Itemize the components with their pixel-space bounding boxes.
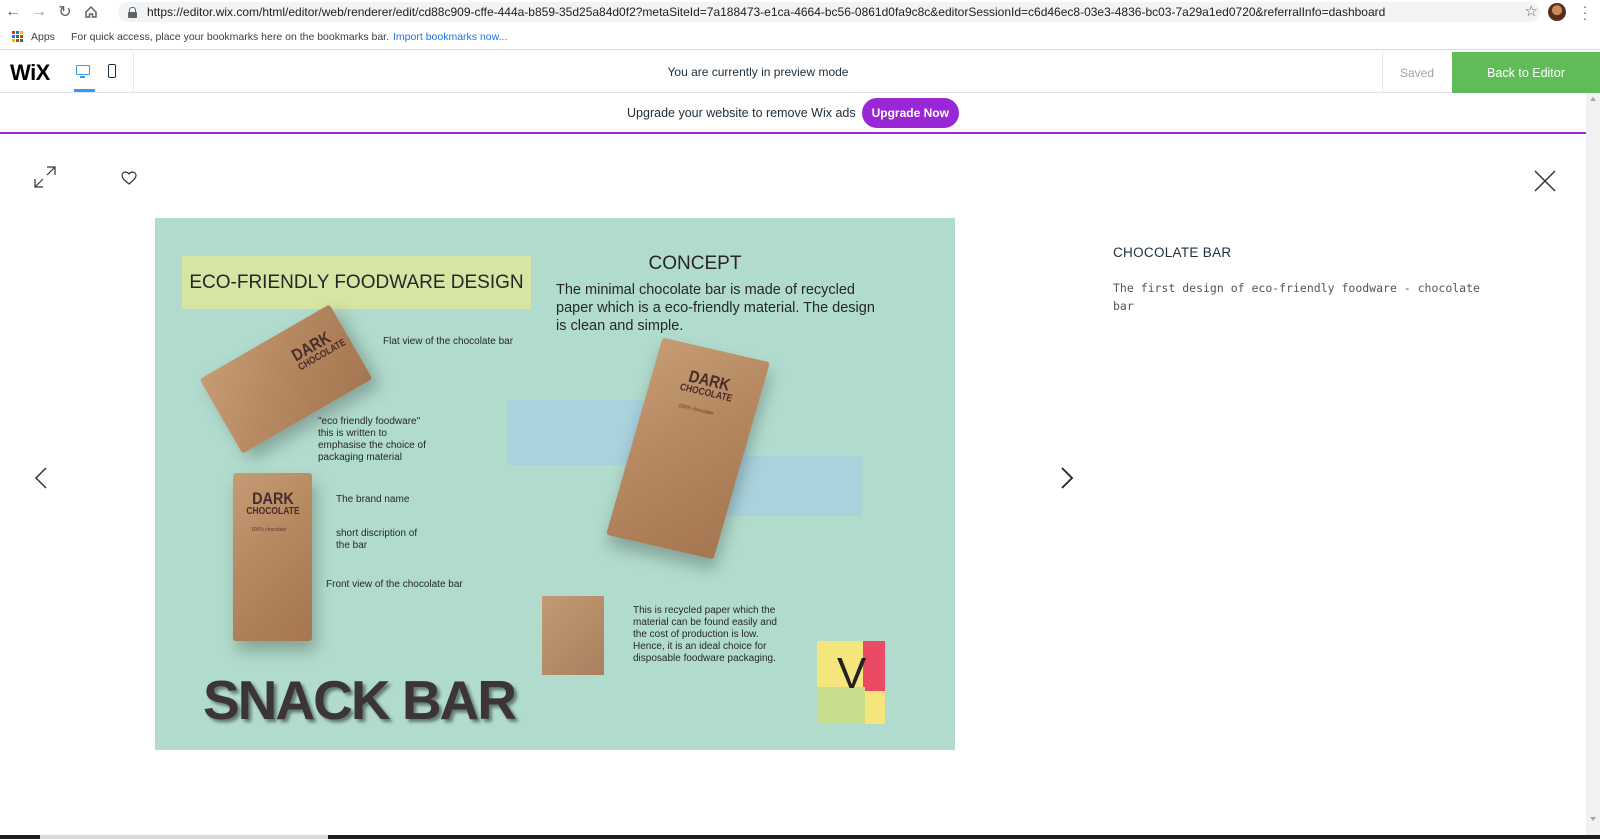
logo-letter: V bbox=[837, 649, 867, 698]
menu-kebab-icon[interactable]: · · · bbox=[1578, 0, 1592, 25]
back-icon[interactable]: ← bbox=[0, 0, 26, 24]
divider bbox=[1382, 52, 1383, 92]
logo-square bbox=[865, 691, 885, 724]
poster-concept-title: CONCEPT bbox=[648, 253, 742, 274]
preview-mode-message: You are currently in preview mode bbox=[667, 65, 849, 79]
label-eco: "eco friendly foodware" this is written … bbox=[318, 416, 426, 463]
poster-headline: ECO-FRIENDLY FOODWARE DESIGN bbox=[182, 256, 531, 309]
url-text: https://editor.wix.com/html/editor/web/r… bbox=[147, 5, 1386, 19]
reload-icon[interactable]: ↻ bbox=[52, 0, 78, 24]
scrollbar[interactable] bbox=[1586, 93, 1600, 839]
poster-snack-title: SNACK BAR bbox=[203, 669, 517, 731]
pack-brand: DARK CHOCOLATE bbox=[288, 328, 348, 373]
apps-label[interactable]: Apps bbox=[31, 31, 55, 43]
bookmarks-bar: Apps For quick access, place your bookma… bbox=[0, 24, 1600, 50]
expand-icon[interactable] bbox=[33, 165, 57, 189]
pack-brand: DARK CHOCOLATE bbox=[243, 490, 303, 517]
upgrade-banner: Upgrade your website to remove Wix ads U… bbox=[0, 93, 1586, 134]
lock-icon bbox=[128, 6, 137, 18]
chocolate-bar-front: DARK CHOCOLATE 100% chocolate bbox=[233, 473, 312, 641]
pack-brand-line2: CHOCOLATE bbox=[246, 506, 300, 517]
label-brand: The brand name bbox=[336, 494, 410, 505]
scroll-up-icon[interactable] bbox=[1590, 97, 1596, 101]
bookmarks-hint: For quick access, place your bookmarks h… bbox=[70, 30, 390, 43]
forward-icon[interactable]: → bbox=[26, 0, 52, 24]
upgrade-message: Upgrade your website to remove Wix ads bbox=[627, 105, 856, 120]
home-icon[interactable] bbox=[78, 0, 104, 24]
upgrade-now-button[interactable]: Upgrade Now bbox=[861, 97, 959, 128]
bookmark-star-icon[interactable]: ☆ bbox=[1525, 2, 1538, 20]
gallery-image: ECO-FRIENDLY FOODWARE DESIGN CONCEPT The… bbox=[155, 218, 955, 750]
label-flat-view: Flat view of the chocolate bar bbox=[383, 336, 514, 347]
desktop-view-indicator bbox=[74, 89, 95, 92]
heart-icon[interactable] bbox=[121, 171, 137, 185]
pack-percent: 100% chocolate bbox=[677, 402, 714, 417]
address-bar[interactable]: https://editor.wix.com/html/editor/web/r… bbox=[118, 2, 1540, 22]
apps-grid-icon[interactable] bbox=[12, 31, 23, 42]
profile-avatar[interactable] bbox=[1548, 3, 1566, 21]
v-logo: V bbox=[817, 641, 885, 724]
taskbar-strip bbox=[0, 835, 1600, 839]
label-short-description: short discription of the bar bbox=[336, 528, 418, 551]
pack-percent: 100% chocolate bbox=[251, 527, 287, 533]
chevron-left-icon[interactable] bbox=[34, 466, 48, 490]
chevron-right-icon[interactable] bbox=[1060, 466, 1074, 490]
label-front-view: Front view of the chocolate bar bbox=[326, 579, 463, 590]
item-description: The first design of eco-friendly foodwar… bbox=[1113, 281, 1480, 313]
close-icon[interactable] bbox=[1533, 169, 1557, 193]
import-bookmarks-link[interactable]: Import bookmarks now... bbox=[393, 31, 507, 43]
label-recycled-paper: This is recycled paper which the materia… bbox=[633, 605, 777, 664]
recycled-paper-swatch bbox=[542, 596, 604, 675]
wix-preview-bar: WiX You are currently in preview mode Sa… bbox=[0, 52, 1600, 93]
pack-brand: DARK CHOCOLATE bbox=[675, 367, 740, 405]
saved-status: Saved bbox=[1400, 66, 1435, 80]
item-title: CHOCOLATE BAR bbox=[1113, 245, 1232, 260]
scroll-down-icon[interactable] bbox=[1590, 817, 1596, 821]
poster-concept-body: The minimal chocolate bar is made of rec… bbox=[556, 282, 875, 334]
browser-toolbar: ← → ↻ https://editor.wix.com/html/editor… bbox=[0, 0, 1600, 25]
back-to-editor-button[interactable]: Back to Editor bbox=[1452, 52, 1600, 93]
taskbar-segment bbox=[40, 835, 328, 839]
